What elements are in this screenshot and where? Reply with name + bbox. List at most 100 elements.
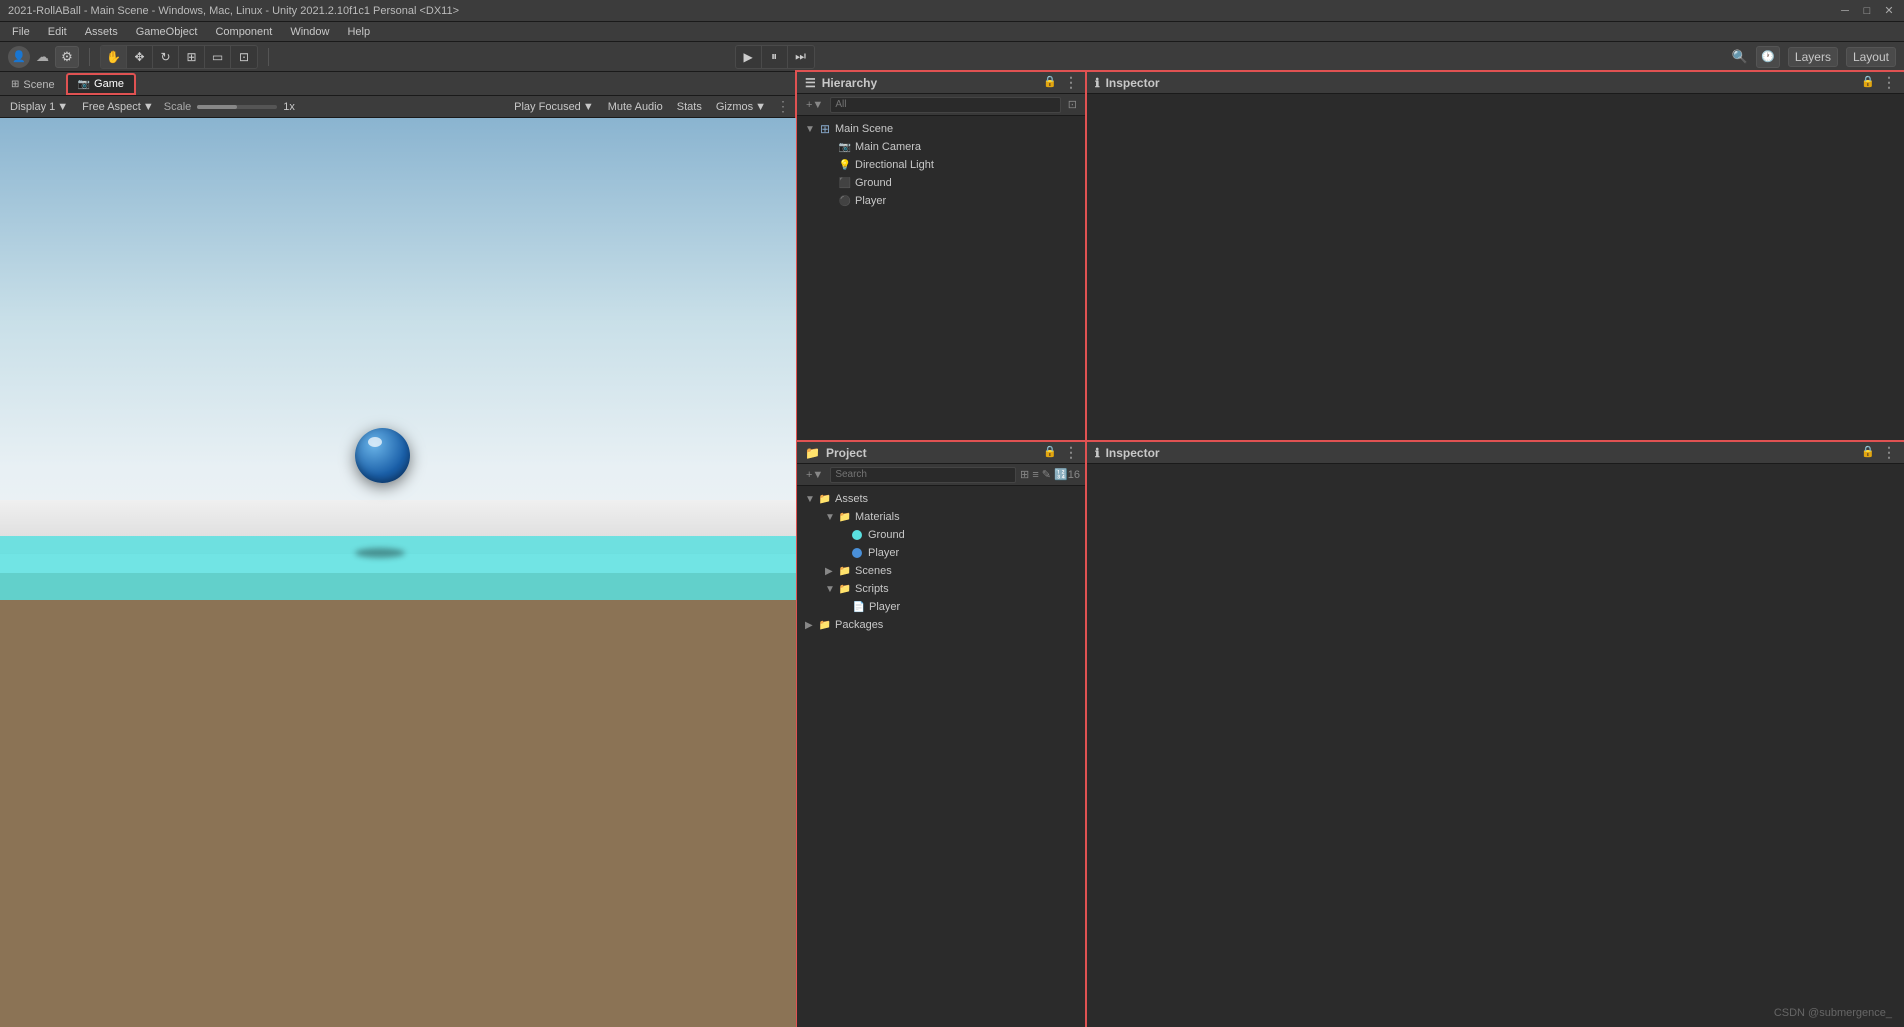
step-button[interactable]: ⏭ <box>788 46 814 68</box>
cloud-icon[interactable]: ☁ <box>36 49 49 65</box>
materials-folder-icon: 📁 <box>838 510 852 524</box>
tree-item-materials[interactable]: ▼ 📁 Materials <box>797 508 1086 526</box>
tree-item-packages[interactable]: ▶ 📁 Packages <box>797 616 1086 634</box>
account-icon[interactable]: 👤 <box>8 46 30 68</box>
move-tool-button[interactable]: ✥ <box>127 46 153 68</box>
menu-help[interactable]: Help <box>339 24 378 40</box>
tree-item-directional-light[interactable]: 💡 Directional Light <box>797 156 1086 174</box>
hierarchy-menu-button[interactable]: ⋮ <box>1064 74 1078 91</box>
main-camera-label: Main Camera <box>855 141 921 153</box>
menu-gameobject[interactable]: GameObject <box>128 24 206 40</box>
settings-icon[interactable]: ⚙ <box>55 46 79 68</box>
tree-item-main-scene[interactable]: ▼ ⊞ Main Scene <box>797 120 1086 138</box>
stats-button[interactable]: Stats <box>673 100 706 114</box>
ground-icon: ⬛ <box>838 176 852 190</box>
scale-value: 1x <box>283 101 295 113</box>
transform-tool-button[interactable]: ⊡ <box>231 46 257 68</box>
scale-slider[interactable] <box>197 105 277 109</box>
right-bottom: 📁 Project 🔒 ⋮ +▼ ⊞ ≡ ✎ 🔢16 ▼ <box>797 442 1904 1027</box>
mute-audio-button[interactable]: Mute Audio <box>604 100 667 114</box>
play-button[interactable]: ▶ <box>736 46 762 68</box>
gizmos-label: Gizmos <box>716 101 753 113</box>
close-button[interactable]: ✕ <box>1882 4 1896 18</box>
tree-item-scripts[interactable]: ▼ 📁 Scripts <box>797 580 1086 598</box>
hierarchy-content: ▼ ⊞ Main Scene 📷 Main Camera 💡 Dir <box>797 116 1086 441</box>
inspector-bottom-header: ℹ Inspector 🔒 ⋮ <box>1087 442 1904 464</box>
pause-button[interactable]: ⏸ <box>762 46 788 68</box>
history-icon[interactable]: 🕐 <box>1756 46 1780 68</box>
scale-fill <box>197 105 237 109</box>
player-script-label: Player <box>869 601 900 613</box>
window-controls: ─ □ ✕ <box>1838 4 1896 18</box>
menu-edit[interactable]: Edit <box>40 24 75 40</box>
menu-file[interactable]: File <box>4 24 38 40</box>
menu-component[interactable]: Component <box>207 24 280 40</box>
hierarchy-toolbar: +▼ ⊡ <box>797 94 1086 116</box>
ground-label: Ground <box>855 177 892 189</box>
right-panels: ☰ Hierarchy 🔒 ⋮ +▼ ⊡ ▼ ⊞ <box>797 72 1904 1027</box>
scale-tool-button[interactable]: ⊞ <box>179 46 205 68</box>
inspector-bottom-lock-button[interactable]: 🔒 <box>1858 444 1878 461</box>
project-add-button[interactable]: +▼ <box>803 468 826 482</box>
main-scene-icon: ⊞ <box>818 122 832 136</box>
title-bar: 2021-RollABall - Main Scene - Windows, M… <box>0 0 1904 22</box>
packages-folder-icon: 📁 <box>818 618 832 632</box>
hand-tool-button[interactable]: ✋ <box>101 46 127 68</box>
tab-game[interactable]: 📷 Game <box>66 73 136 95</box>
layout-dropdown[interactable]: Layout <box>1846 47 1896 67</box>
inspector-bottom-header-right: 🔒 ⋮ <box>1858 444 1896 461</box>
gizmos-dropdown[interactable]: Gizmos ▼ <box>712 100 770 114</box>
ground-plane <box>0 573 796 1027</box>
main-scene-label: Main Scene <box>835 123 893 135</box>
hierarchy-lock-button[interactable]: 🔒 <box>1040 74 1060 91</box>
rect-tool-button[interactable]: ▭ <box>205 46 231 68</box>
tree-item-ground[interactable]: ⬛ Ground <box>797 174 1086 192</box>
inspector-lock-button[interactable]: 🔒 <box>1858 74 1878 91</box>
tree-item-main-camera[interactable]: 📷 Main Camera <box>797 138 1086 156</box>
play-focused-label: Play Focused <box>514 101 581 113</box>
minimize-button[interactable]: ─ <box>1838 4 1852 18</box>
inspector-menu-button[interactable]: ⋮ <box>1882 74 1896 91</box>
rotate-tool-button[interactable]: ↻ <box>153 46 179 68</box>
aspect-dropdown[interactable]: Free Aspect ▼ <box>78 100 158 114</box>
assets-label: Assets <box>835 493 868 505</box>
hierarchy-add-button[interactable]: +▼ <box>803 98 826 112</box>
tree-item-ground-material[interactable]: Ground <box>797 526 1086 544</box>
player-script-icon: 📄 <box>852 600 866 614</box>
camera-icon: 📷 <box>838 140 852 154</box>
game-view-menu[interactable]: ⋮ <box>776 98 790 115</box>
window-title: 2021-RollABall - Main Scene - Windows, M… <box>8 5 459 17</box>
maximize-button[interactable]: □ <box>1860 4 1874 18</box>
game-toolbar: Display 1 ▼ Free Aspect ▼ Scale 1x Play … <box>0 96 796 118</box>
project-search-input[interactable] <box>830 467 1016 483</box>
hierarchy-header-right: 🔒 ⋮ <box>1040 74 1078 91</box>
play-focused-dropdown[interactable]: Play Focused ▼ <box>510 100 598 114</box>
game-display-dropdown[interactable]: Display 1 ▼ <box>6 100 72 114</box>
ball-highlight <box>368 437 382 447</box>
project-menu-button[interactable]: ⋮ <box>1064 444 1078 461</box>
project-view-icons[interactable]: ⊞ ≡ ✎ 🔢16 <box>1020 468 1080 481</box>
tab-scene[interactable]: ⊞ Scene <box>0 73 66 95</box>
menu-window[interactable]: Window <box>282 24 337 40</box>
tree-item-scenes[interactable]: ▶ 📁 Scenes <box>797 562 1086 580</box>
tree-item-player-script[interactable]: 📄 Player <box>797 598 1086 616</box>
hierarchy-filter-button[interactable]: ⊡ <box>1065 97 1080 112</box>
inspector-bottom-menu-button[interactable]: ⋮ <box>1882 444 1896 461</box>
game-display-label: Display 1 <box>10 101 55 113</box>
menu-assets[interactable]: Assets <box>77 24 126 40</box>
watermark: CSDN @submergence_ <box>1774 1007 1892 1019</box>
project-icon: 📁 <box>805 446 820 460</box>
search-icon[interactable]: 🔍 <box>1732 49 1748 65</box>
layers-dropdown[interactable]: Layers <box>1788 47 1838 67</box>
cyan-strip <box>0 536 796 600</box>
tree-item-assets[interactable]: ▼ 📁 Assets <box>797 490 1086 508</box>
assets-folder-icon: 📁 <box>818 492 832 506</box>
tree-item-player[interactable]: ⚫ Player <box>797 192 1086 210</box>
tree-item-player-material[interactable]: Player <box>797 544 1086 562</box>
mute-label: Mute Audio <box>608 101 663 113</box>
project-toolbar: +▼ ⊞ ≡ ✎ 🔢16 <box>797 464 1086 486</box>
hierarchy-search-input[interactable] <box>830 97 1060 113</box>
project-lock-button[interactable]: 🔒 <box>1040 444 1060 461</box>
tab-scene-label: Scene <box>23 79 54 91</box>
toolbar-sep-2 <box>268 48 269 66</box>
